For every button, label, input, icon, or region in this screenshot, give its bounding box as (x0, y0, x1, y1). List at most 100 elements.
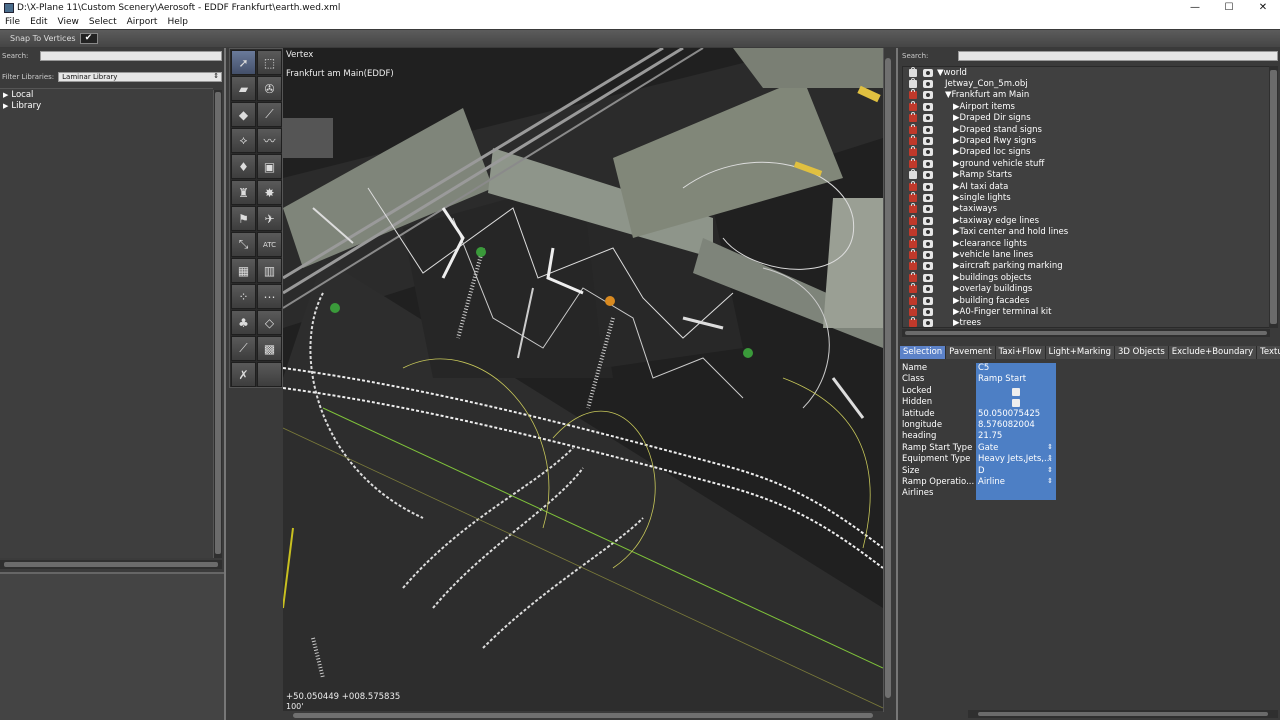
lock-icon[interactable] (909, 248, 917, 259)
light-tool-button[interactable]: ♦ (231, 154, 256, 179)
map-horizontal-scrollbar[interactable] (283, 711, 883, 720)
eye-icon[interactable] (923, 250, 933, 259)
menu-edit[interactable]: Edit (25, 17, 52, 27)
property-value[interactable] (976, 397, 1056, 409)
lock-icon[interactable] (909, 203, 917, 214)
tab-3d-objects[interactable]: 3D Objects (1115, 346, 1169, 359)
lock-icon[interactable] (909, 146, 917, 157)
hierarchy-row[interactable]: ▶ Taxi center and hold lines (903, 226, 1269, 237)
sign-tool-button[interactable]: ▣ (257, 154, 282, 179)
string-tool-button[interactable]: ⁘ (231, 284, 256, 309)
boundary-tool-button[interactable]: ⟡ (231, 128, 256, 153)
lock-icon[interactable] (909, 89, 917, 100)
filter-libraries-select[interactable]: Laminar Library (58, 72, 223, 82)
blank-tool-button[interactable] (257, 362, 282, 387)
library-item-local[interactable]: ▶ Local (0, 89, 213, 100)
eye-icon[interactable] (923, 273, 933, 282)
hierarchy-row[interactable]: ▶ overlay buildings (903, 283, 1269, 294)
scroll-thumb[interactable] (293, 713, 873, 718)
property-value[interactable]: 21.75 (976, 431, 1056, 443)
map-vertical-scrollbar[interactable] (883, 48, 892, 712)
eye-icon[interactable] (923, 319, 933, 327)
lock-icon[interactable] (909, 305, 917, 316)
forest-tool-button[interactable]: ♣ (231, 310, 256, 335)
lock-icon[interactable] (909, 260, 917, 271)
hierarchy-row[interactable]: ▶ clearance lights (903, 237, 1269, 249)
hierarchy-row[interactable]: ▶ buildings objects (903, 271, 1269, 283)
hierarchy-row[interactable]: ▶ Draped Dir signs (903, 112, 1269, 124)
vertex-tool-button[interactable]: ➚ (231, 50, 256, 75)
ramp-start-tool-button[interactable]: ✈ (257, 206, 282, 231)
lock-icon[interactable] (909, 67, 917, 77)
eye-icon[interactable] (923, 307, 933, 316)
hierarchy-row[interactable]: ▶ taxiways (903, 203, 1269, 215)
hierarchy-row[interactable]: ▶ AI taxi data (903, 180, 1269, 192)
expand-arrow-icon[interactable]: ▶ (3, 91, 8, 99)
scroll-thumb[interactable] (885, 58, 891, 698)
hierarchy-vertical-scrollbar[interactable] (1269, 66, 1278, 328)
property-value[interactable]: Heavy Jets,Jets,... (976, 454, 1056, 466)
tab-light-marking[interactable]: Light+Marking (1045, 346, 1115, 359)
expand-arrow-icon[interactable]: ▶ (3, 102, 8, 110)
lock-icon[interactable] (909, 157, 917, 168)
sealane-tool-button[interactable]: ⟋ (257, 102, 282, 127)
hierarchy-row[interactable]: ▶ A0-Finger terminal kit (903, 305, 1269, 317)
minimize-button[interactable]: — (1178, 0, 1212, 15)
menu-airport[interactable]: Airport (122, 17, 163, 27)
eye-icon[interactable] (923, 68, 933, 77)
hierarchy-row[interactable]: ▶ single lights (903, 191, 1269, 203)
tab-exclude-boundary[interactable]: Exclude+Boundary (1168, 346, 1258, 359)
hierarchy-row[interactable]: ▶ Draped stand signs (903, 123, 1269, 135)
property-value[interactable] (976, 385, 1056, 398)
lock-icon[interactable] (909, 123, 917, 134)
lock-icon[interactable] (909, 271, 917, 282)
lock-icon[interactable] (909, 237, 917, 248)
property-value[interactable]: 50.050075425 (976, 408, 1056, 420)
close-button[interactable]: ✕ (1246, 0, 1280, 15)
hierarchy-horizontal-scrollbar[interactable] (902, 329, 1270, 337)
lock-icon[interactable] (909, 317, 917, 327)
lock-icon[interactable] (909, 135, 917, 146)
eye-icon[interactable] (923, 262, 933, 271)
lock-icon[interactable] (909, 214, 917, 225)
eye-icon[interactable] (923, 205, 933, 214)
lock-icon[interactable] (909, 283, 917, 294)
menu-file[interactable]: File (0, 17, 25, 27)
exclusion-tool-button[interactable]: ✗ (231, 362, 256, 387)
facade-tool-button[interactable]: ▥ (257, 258, 282, 283)
eye-icon[interactable] (923, 296, 933, 305)
tab-pavement[interactable]: Pavement (946, 346, 996, 359)
scroll-thumb[interactable] (215, 92, 221, 554)
tab-texture[interactable]: Texture (1257, 346, 1280, 359)
lock-icon[interactable] (909, 100, 917, 111)
beacon-tool-button[interactable]: ✸ (257, 180, 282, 205)
hierarchy-row[interactable]: ▶ taxiway edge lines (903, 214, 1269, 226)
taxi-route-tool-button[interactable]: ⤡ (231, 232, 256, 257)
hierarchy-row[interactable]: ▼ Frankfurt am Main (903, 89, 1269, 101)
atc-tool-button[interactable]: ATC (257, 232, 282, 257)
obj-line-tool-button[interactable]: ⋯ (257, 284, 282, 309)
helipad-tool-button[interactable]: ✇ (257, 76, 282, 101)
hierarchy-search-input[interactable] (958, 51, 1278, 61)
hierarchy-row[interactable]: ▶ Draped loc signs (903, 146, 1269, 158)
scroll-thumb[interactable] (4, 562, 218, 567)
windsock-tool-button[interactable]: ⚑ (231, 206, 256, 231)
property-value[interactable]: D (976, 465, 1056, 477)
tower-tool-button[interactable]: ♜ (231, 180, 256, 205)
taxiway-tool-button[interactable]: ◆ (231, 102, 256, 127)
scroll-thumb[interactable] (905, 331, 1267, 335)
library-search-input[interactable] (40, 51, 222, 61)
hierarchy-row[interactable]: ▶ building facades (903, 294, 1269, 306)
runway-tool-button[interactable]: ▰ (231, 76, 256, 101)
eye-icon[interactable] (923, 159, 933, 168)
eye-icon[interactable] (923, 171, 933, 180)
eye-icon[interactable] (923, 91, 933, 100)
hierarchy-row[interactable]: Jetway_Con_5m.obj (903, 78, 1269, 89)
lock-icon[interactable] (909, 226, 917, 237)
hierarchy-row[interactable]: ▶ aircraft parking marking (903, 260, 1269, 272)
menu-select[interactable]: Select (84, 17, 122, 27)
eye-icon[interactable] (923, 182, 933, 191)
hierarchy-row[interactable]: ▶ Airport items (903, 100, 1269, 112)
hierarchy-row[interactable]: ▶ vehicle lane lines (903, 248, 1269, 260)
lock-icon[interactable] (909, 169, 917, 180)
